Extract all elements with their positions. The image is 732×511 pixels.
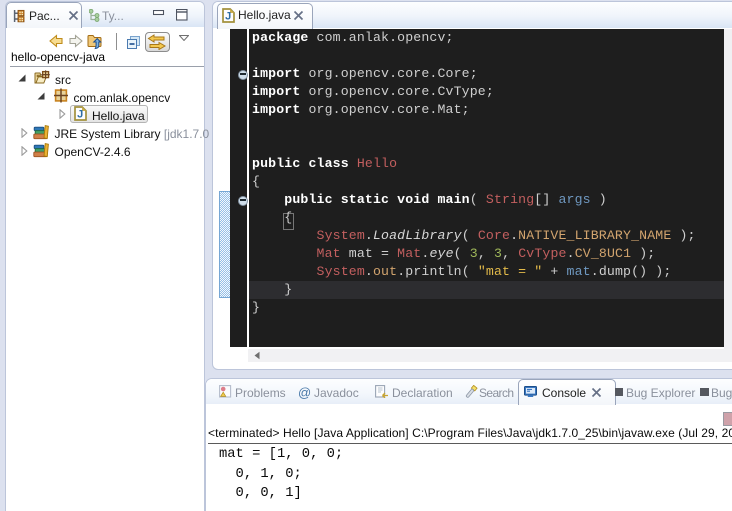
svg-text:J: J — [77, 109, 83, 121]
svg-text:J: J — [225, 11, 231, 23]
